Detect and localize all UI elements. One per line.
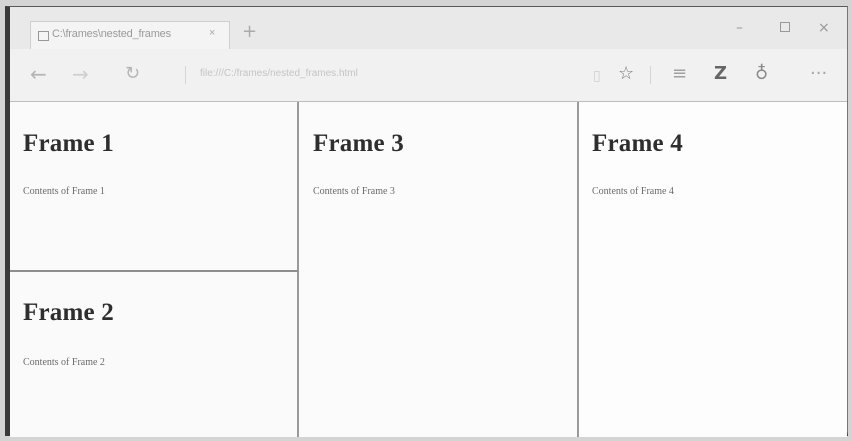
title-bar: C:\frames\nested_frames × + – × — [10, 7, 847, 49]
tab-title: C:\frames\nested_frames — [52, 28, 171, 40]
frame-4: Frame 4 Contents of Frame 4 — [579, 102, 847, 437]
frame-heading: Frame 1 — [23, 130, 114, 157]
hub-icon[interactable]: ≡ — [672, 64, 687, 84]
close-tab-icon[interactable]: × — [209, 27, 215, 39]
browser-window: C:\frames\nested_frames × + – × ← → ↻ fi… — [5, 6, 848, 437]
close-window-button[interactable]: × — [818, 21, 830, 35]
refresh-button[interactable]: ↻ — [125, 64, 140, 84]
reading-view-icon[interactable]: ▯ — [593, 66, 601, 86]
frame-heading: Frame 3 — [313, 130, 404, 157]
share-icon[interactable]: ♁ — [755, 64, 768, 84]
frame-contents: Contents of Frame 3 — [313, 186, 395, 197]
address-field[interactable]: file:///C:/frames/nested_frames.html — [200, 68, 580, 82]
frame-heading: Frame 4 — [592, 130, 683, 157]
navigation-bar: ← → ↻ file:///C:/frames/nested_frames.ht… — [10, 49, 847, 102]
frame-contents: Contents of Frame 1 — [23, 186, 105, 197]
maximize-button[interactable] — [780, 21, 790, 35]
maximize-icon — [780, 22, 790, 32]
browser-tab[interactable]: C:\frames\nested_frames × — [30, 21, 230, 49]
page-icon — [38, 31, 49, 41]
frame-contents: Contents of Frame 2 — [23, 357, 105, 368]
new-tab-button[interactable]: + — [242, 23, 257, 41]
minimize-button[interactable]: – — [736, 21, 743, 35]
frame-1: Frame 1 Contents of Frame 1 — [10, 102, 299, 272]
page-content: Frame 1 Contents of Frame 1 Frame 2 Cont… — [10, 102, 847, 437]
address-divider — [185, 66, 186, 84]
frame-contents: Contents of Frame 4 — [592, 186, 674, 197]
frame-heading: Frame 2 — [23, 299, 114, 326]
toolbar-divider — [650, 66, 651, 84]
favorite-star-icon[interactable]: ☆ — [618, 64, 634, 84]
back-button[interactable]: ← — [30, 64, 47, 84]
frame-2: Frame 2 Contents of Frame 2 — [10, 272, 299, 437]
forward-button[interactable]: → — [72, 64, 89, 84]
frame-3: Frame 3 Contents of Frame 3 — [299, 102, 579, 437]
more-icon[interactable]: ··· — [810, 64, 827, 84]
web-note-icon[interactable]: Z — [714, 64, 727, 84]
